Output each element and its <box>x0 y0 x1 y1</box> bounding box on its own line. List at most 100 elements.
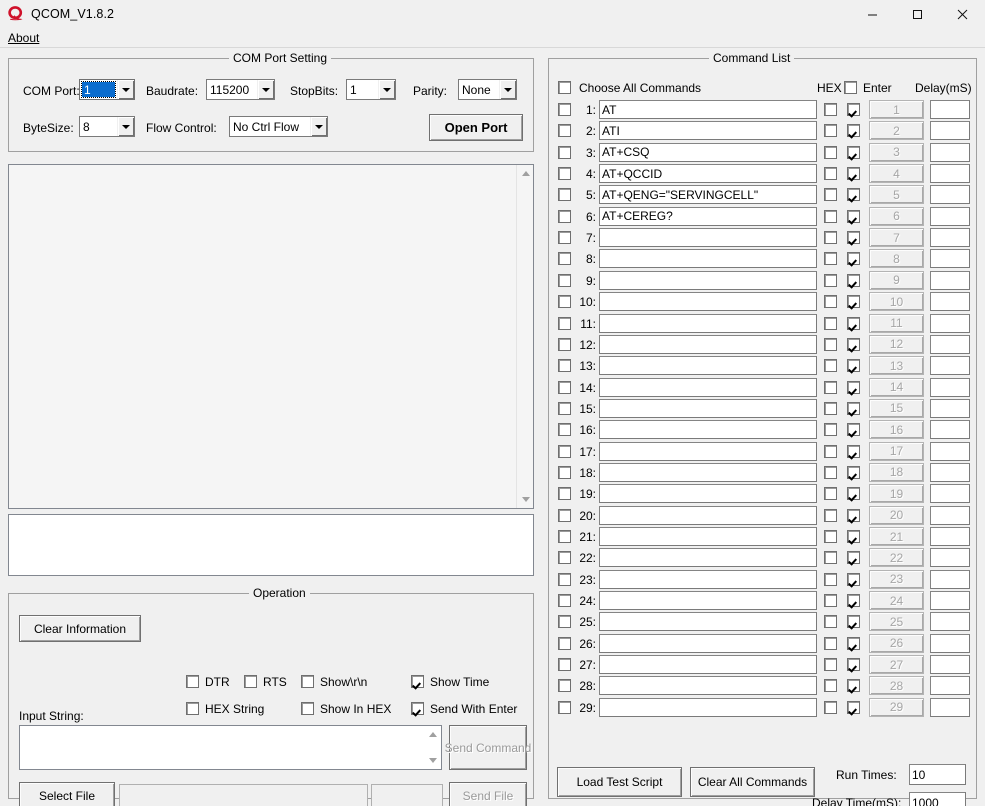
scroll-up-arrow-icon[interactable] <box>517 165 533 182</box>
command-enter-checkbox[interactable] <box>847 124 860 138</box>
rts-checkbox[interactable] <box>244 675 257 688</box>
output-log-text[interactable] <box>9 165 516 508</box>
command-input-field[interactable] <box>599 377 817 397</box>
command-input-field[interactable] <box>599 612 817 632</box>
command-delay-field[interactable] <box>930 228 970 248</box>
command-input-field[interactable] <box>599 462 817 482</box>
command-delay-field[interactable] <box>930 164 970 184</box>
command-enter-checkbox[interactable] <box>847 380 860 394</box>
command-hex-checkbox[interactable] <box>824 337 837 351</box>
command-select-checkbox[interactable] <box>558 316 571 330</box>
command-send-button[interactable]: 9 <box>869 270 924 290</box>
command-enter-checkbox[interactable] <box>847 401 860 415</box>
command-select-checkbox[interactable] <box>558 615 571 629</box>
file-size-field[interactable] <box>371 784 443 806</box>
command-select-checkbox[interactable] <box>558 231 571 245</box>
command-hex-checkbox[interactable] <box>824 465 837 479</box>
command-input-field[interactable] <box>599 569 817 589</box>
command-send-button[interactable]: 13 <box>869 356 924 376</box>
menu-item-about[interactable]: About <box>5 30 42 46</box>
command-select-checkbox[interactable] <box>558 401 571 415</box>
command-select-checkbox[interactable] <box>558 679 571 693</box>
chevron-down-icon[interactable] <box>117 117 134 136</box>
command-delay-field[interactable] <box>930 377 970 397</box>
command-send-button[interactable]: 10 <box>869 292 924 312</box>
command-send-button[interactable]: 18 <box>869 462 924 482</box>
command-input-field[interactable] <box>599 633 817 653</box>
command-input-field[interactable] <box>599 334 817 354</box>
command-select-checkbox[interactable] <box>558 359 571 373</box>
clear-information-button[interactable]: Clear Information <box>19 615 141 642</box>
command-select-checkbox[interactable] <box>558 188 571 202</box>
command-enter-checkbox[interactable] <box>847 530 860 543</box>
command-hex-checkbox[interactable] <box>824 103 837 116</box>
command-select-checkbox[interactable] <box>558 551 571 565</box>
command-input-field[interactable]: AT+CSQ <box>599 142 817 162</box>
command-delay-field[interactable] <box>930 505 970 525</box>
command-delay-field[interactable] <box>930 142 970 162</box>
command-input-field[interactable] <box>599 484 817 504</box>
input-string-scrollbar[interactable] <box>424 726 441 769</box>
command-input-field[interactable]: AT <box>599 100 817 119</box>
command-enter-checkbox[interactable] <box>847 337 860 351</box>
command-enter-checkbox[interactable] <box>847 551 860 565</box>
command-enter-checkbox[interactable] <box>847 252 860 266</box>
command-select-checkbox[interactable] <box>558 465 571 479</box>
command-input-field[interactable] <box>599 249 817 269</box>
send-file-button[interactable]: Send File <box>449 782 527 806</box>
status-panel[interactable] <box>8 514 534 576</box>
command-enter-checkbox[interactable] <box>847 679 860 693</box>
command-select-checkbox[interactable] <box>558 145 571 159</box>
command-delay-field[interactable] <box>930 100 970 119</box>
command-delay-field[interactable] <box>930 633 970 653</box>
command-send-button[interactable]: 22 <box>869 548 924 568</box>
command-delay-field[interactable] <box>930 270 970 290</box>
command-send-button[interactable]: 28 <box>869 676 924 696</box>
command-select-checkbox[interactable] <box>558 273 571 287</box>
command-input-field[interactable]: AT+QENG="SERVINGCELL" <box>599 185 817 205</box>
command-send-button[interactable]: 1 <box>869 100 924 119</box>
command-select-checkbox[interactable] <box>558 594 571 608</box>
send-with-enter-checkbox[interactable] <box>411 702 424 715</box>
command-hex-checkbox[interactable] <box>824 316 837 330</box>
command-select-checkbox[interactable] <box>558 295 571 309</box>
scroll-down-arrow-icon[interactable] <box>517 491 533 508</box>
command-delay-field[interactable] <box>930 356 970 376</box>
command-select-checkbox[interactable] <box>558 572 571 586</box>
command-enter-checkbox[interactable] <box>847 103 860 116</box>
command-enter-checkbox[interactable] <box>847 636 860 650</box>
chevron-down-icon[interactable] <box>310 117 327 136</box>
command-delay-field[interactable] <box>930 527 970 546</box>
command-hex-checkbox[interactable] <box>824 615 837 629</box>
command-hex-checkbox[interactable] <box>824 401 837 415</box>
chevron-down-icon[interactable] <box>499 80 516 99</box>
command-select-checkbox[interactable] <box>558 700 571 714</box>
command-select-checkbox[interactable] <box>558 167 571 181</box>
command-delay-field[interactable] <box>930 484 970 504</box>
stopbits-dropdown[interactable]: 1 <box>346 79 396 100</box>
command-send-button[interactable]: 17 <box>869 441 924 461</box>
command-input-field[interactable]: AT+CEREG? <box>599 206 817 226</box>
command-enter-checkbox[interactable] <box>847 465 860 479</box>
command-send-button[interactable]: 26 <box>869 633 924 653</box>
command-hex-checkbox[interactable] <box>824 145 837 159</box>
run-times-field[interactable]: 10 <box>909 764 966 785</box>
command-delay-field[interactable] <box>930 313 970 333</box>
command-delay-field[interactable] <box>930 612 970 632</box>
command-input-field[interactable] <box>599 313 817 333</box>
command-send-button[interactable]: 11 <box>869 313 924 333</box>
command-select-checkbox[interactable] <box>558 209 571 223</box>
command-hex-checkbox[interactable] <box>824 508 837 522</box>
chevron-down-icon[interactable] <box>257 80 274 99</box>
chevron-down-icon[interactable] <box>378 80 395 99</box>
command-delay-field[interactable] <box>930 697 970 717</box>
command-input-field[interactable] <box>599 505 817 525</box>
command-enter-checkbox[interactable] <box>847 295 860 309</box>
command-delay-field[interactable] <box>930 441 970 461</box>
select-file-button[interactable]: Select File <box>19 782 115 806</box>
command-send-button[interactable]: 4 <box>869 164 924 184</box>
com-port-dropdown[interactable]: 1 <box>79 79 135 100</box>
command-input-field[interactable] <box>599 228 817 248</box>
command-select-checkbox[interactable] <box>558 380 571 394</box>
command-delay-field[interactable] <box>930 121 970 141</box>
